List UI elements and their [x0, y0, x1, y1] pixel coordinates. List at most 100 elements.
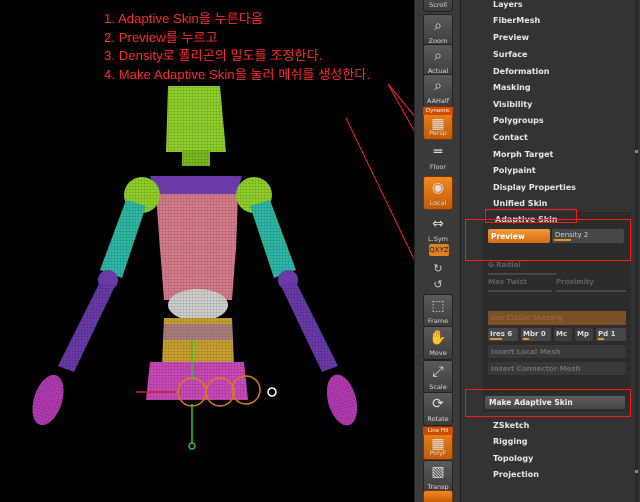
floor-button[interactable]: ═ Floor [423, 140, 453, 174]
ires-slider[interactable]: Ires 6 [488, 328, 518, 341]
annotation-arrows [345, 83, 414, 261]
scale-icon: ⤢ [432, 364, 444, 380]
mannequin-left-arm [32, 200, 146, 426]
instruction-step-3: 3. Density로 폴리곤의 밀도를 조정한다. [104, 48, 323, 63]
highlight-preview-density [465, 219, 631, 261]
rotate-button[interactable]: ⟳ Rotate [423, 392, 453, 426]
highlight-make-adaptive-skin [465, 389, 631, 417]
pd-fill [598, 338, 604, 340]
ires-fill [490, 338, 502, 340]
move-button[interactable]: ✋ Move [423, 326, 453, 360]
magnifier-icon: ⌕ [434, 48, 442, 64]
rotate-label: Rotate [427, 415, 449, 423]
local-label: Local [429, 199, 447, 207]
scroll-thumb-lower[interactable] [635, 470, 638, 473]
dynamic-tag: Dynamic [423, 107, 453, 115]
persp-label: Persp [429, 129, 447, 137]
instruction-step-4: 4. Make Adaptive Skin을 눌러 메쉬를 생성한다. [104, 66, 371, 82]
instruction-step-2: 2. Preview를 누르고 [104, 29, 218, 45]
mannequin-chest [150, 176, 242, 321]
menu-projection[interactable]: Projection [493, 470, 539, 479]
rotate-y-icon[interactable]: ↻ [427, 262, 449, 276]
magnifier-icon: ⌕ [434, 78, 442, 94]
frame-icon: ⬚ [431, 298, 445, 314]
tool-menu-panel: Layers FiberMesh Preview Surface Deforma… [460, 0, 640, 502]
menu-polypaint[interactable]: Polypaint [493, 166, 536, 175]
magnifier-icon: ⌕ [434, 18, 442, 34]
aahalf-button[interactable]: ⌕ AAHalf [423, 74, 453, 108]
mannequin-head [166, 86, 226, 166]
mbr-fill [523, 338, 529, 340]
symmetry-icon: ⇔ [432, 216, 444, 232]
scroll-button[interactable]: Scroll [423, 0, 453, 12]
g-radial-label: G Radial [488, 261, 521, 269]
proximity-slider[interactable]: Proximity [556, 278, 626, 292]
insert-local-mesh-button[interactable]: Insert Local Mesh [488, 345, 626, 358]
menu-unified-skin[interactable]: Unified Skin [493, 199, 547, 208]
mannequin-right-arm [250, 200, 358, 426]
floor-grid-icon: ═ [433, 144, 443, 160]
max-twist-bar [488, 290, 552, 292]
zoom-button[interactable]: ⌕ Zoom [423, 14, 453, 48]
menu-masking[interactable]: Masking [493, 83, 531, 92]
hand-icon: ✋ [429, 330, 447, 346]
scroll-thumb[interactable] [635, 150, 638, 153]
line-fill-tag: Line Fill [423, 427, 453, 435]
menu-fibermesh[interactable]: FiberMesh [493, 16, 540, 25]
scale-label: Scale [429, 383, 447, 391]
frame-button[interactable]: ⬚ Frame [423, 294, 453, 328]
proximity-label: Proximity [556, 278, 594, 286]
rotate-icon: ⟳ [432, 396, 444, 412]
pd-label: Pd 1 [598, 330, 616, 338]
panel-scrollbar[interactable] [635, 0, 638, 502]
persp-button[interactable]: Dynamic ▦ Persp [423, 106, 453, 140]
xyz-toggle[interactable]: QXYZ [429, 244, 449, 256]
right-shelf: Scroll ⌕ Zoom ⌕ Actual ⌕ AAHalf Dynamic … [414, 0, 460, 502]
frame-label: Frame [427, 317, 449, 325]
move-label: Move [429, 349, 447, 357]
mc-button[interactable]: Mc [554, 328, 572, 341]
pd-slider[interactable]: Pd 1 [596, 328, 626, 341]
menu-display-properties[interactable]: Display Properties [493, 183, 576, 192]
g-radial-slider[interactable]: G Radial [488, 261, 556, 275]
menu-zsketch[interactable]: ZSketch [493, 421, 529, 430]
viewport-canvas[interactable]: 1. Adaptive Skin을 누른다음 2. Preview를 누르고 3… [0, 0, 414, 502]
polyf-label: PolyF [429, 449, 447, 457]
menu-polygroups[interactable]: Polygroups [493, 116, 544, 125]
actual-button[interactable]: ⌕ Actual [423, 44, 453, 78]
proximity-bar [556, 290, 626, 292]
floor-label: Floor [429, 163, 447, 171]
use-classic-skinning-button[interactable]: Use Classic Skinning [488, 311, 626, 325]
mbr-slider[interactable]: Mbr 0 [521, 328, 551, 341]
max-twist-slider[interactable]: Max Twist [488, 278, 552, 292]
menu-contact[interactable]: Contact [493, 133, 528, 142]
mp-button[interactable]: Mp [575, 328, 593, 341]
insert-connector-mesh-button[interactable]: Insert Connector Mesh [488, 362, 626, 375]
aahalf-label: AAHalf [426, 97, 450, 105]
menu-preview[interactable]: Preview [493, 33, 529, 42]
max-twist-label: Max Twist [488, 278, 528, 286]
menu-visibility[interactable]: Visibility [493, 100, 532, 109]
scroll-label: Scroll [429, 1, 447, 9]
lsym-button[interactable]: ⇔ L.Sym [423, 212, 453, 246]
extra-button[interactable] [423, 490, 453, 502]
instruction-step-1: 1. Adaptive Skin을 누른다음 [104, 11, 263, 26]
g-radial-bar [488, 273, 556, 275]
menu-rigging[interactable]: Rigging [493, 437, 528, 446]
menu-layers[interactable]: Layers [493, 0, 523, 9]
transparency-icon: ▧ [431, 464, 445, 480]
mbr-label: Mbr 0 [523, 330, 546, 338]
transp-button[interactable]: ▧ Transp [423, 460, 453, 494]
instruction-list: 1. Adaptive Skin을 누른다음 2. Preview를 누르고 3… [104, 10, 370, 84]
menu-deformation[interactable]: Deformation [493, 67, 549, 76]
menu-morph-target[interactable]: Morph Target [493, 150, 553, 159]
scale-button[interactable]: ⤢ Scale [423, 360, 453, 394]
menu-topology[interactable]: Topology [493, 454, 533, 463]
rotate-z-icon[interactable]: ↺ [427, 278, 449, 292]
local-icon: ◉ [431, 180, 445, 196]
polyf-button[interactable]: Line Fill ▦ PolyF [423, 426, 453, 460]
menu-surface[interactable]: Surface [493, 50, 527, 59]
lsym-label: L.Sym [428, 235, 448, 243]
ires-label: Ires 6 [490, 330, 513, 338]
local-button[interactable]: ◉ Local [423, 176, 453, 210]
